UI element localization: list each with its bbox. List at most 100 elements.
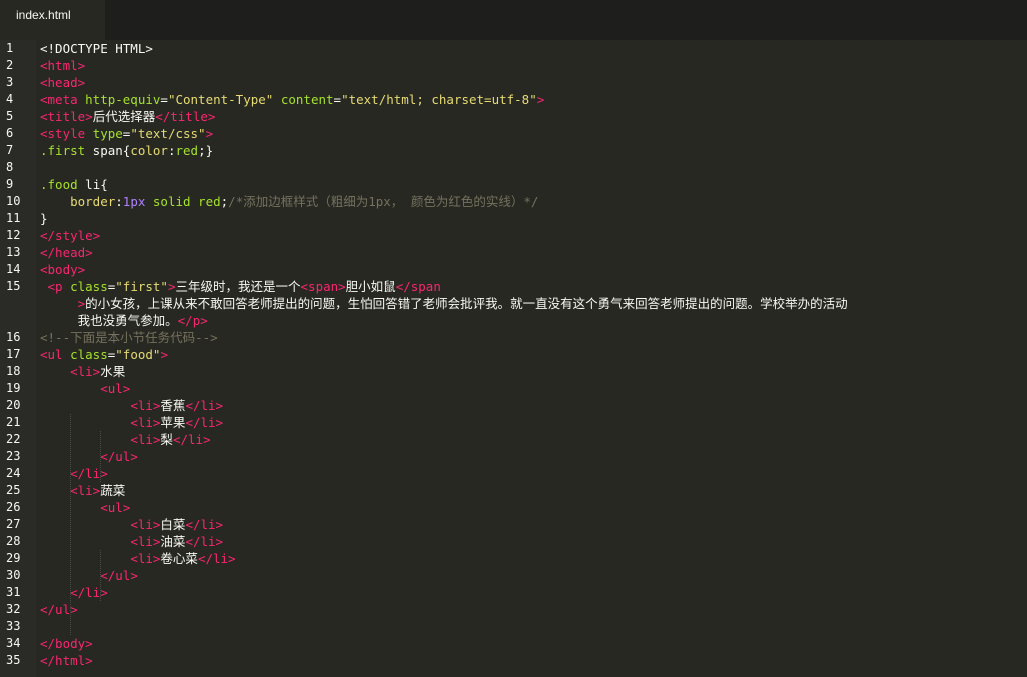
code-token: </head> — [40, 245, 93, 260]
code-token: > — [167, 279, 176, 294]
line-code: <html> — [40, 57, 85, 74]
line-code: <li>油菜</li> — [40, 533, 223, 550]
code-line: 1 <!DOCTYPE HTML> — [0, 40, 1027, 57]
line-code: <!--下面是本小节任务代码--> — [40, 329, 218, 346]
code-lines: 1 <!DOCTYPE HTML> 2 <html> 3 <head> 4 <meta htt… — [0, 40, 1027, 669]
line-code: <ul> — [40, 380, 130, 397]
code-token: <!--下面是本小节任务代码--> — [40, 330, 218, 345]
line-code: .food li{ — [40, 176, 108, 193]
line-code: </li> — [40, 584, 108, 601]
code-token: <li> — [130, 551, 161, 566]
line-code: </html> — [40, 652, 93, 669]
code-token: <li> — [130, 517, 161, 532]
line-code: <li>香蕉</li> — [40, 397, 223, 414]
code-token: .first — [40, 143, 86, 158]
code-token: </li> — [185, 517, 224, 532]
code-token: <style — [40, 126, 93, 141]
code-token: = — [333, 92, 342, 107]
code-token: </li> — [70, 466, 108, 481]
tab-bar: index.html — [0, 0, 1027, 40]
code-token: </li> — [197, 551, 236, 566]
code-token: </li> — [70, 585, 108, 600]
line-code: <li>梨</li> — [40, 431, 210, 448]
line-number: 34 — [6, 636, 21, 650]
line-number: 7 — [6, 143, 14, 157]
code-token: "Content-Type" — [167, 92, 274, 107]
code-line: 10 border:1px solid red;/*添加边框样式（粗细为1px，… — [0, 193, 1027, 210]
code-token: 水果 — [100, 364, 126, 379]
code-token: </html> — [40, 653, 93, 668]
line-code: .first span{color:red;} — [40, 142, 213, 159]
code-line: 7 .first span{color:red;} — [0, 142, 1027, 159]
line-number: 27 — [6, 517, 21, 531]
code-token: 卷心菜 — [160, 551, 198, 566]
line-number: 33 — [6, 619, 21, 633]
code-token: <p — [47, 279, 71, 294]
code-token: <!DOCTYPE HTML> — [40, 41, 153, 56]
line-number: 28 — [6, 534, 21, 548]
code-line: 11} — [0, 210, 1027, 227]
code-token: solid red — [152, 194, 221, 209]
line-number: 23 — [6, 449, 21, 463]
line-number: 10 — [6, 194, 21, 208]
line-number: 35 — [6, 653, 21, 667]
code-token: </li> — [185, 415, 224, 430]
code-token: 后代选择器 — [92, 109, 156, 124]
code-token: 三年级时，我还是一个 — [175, 279, 301, 294]
code-token: </ul> — [100, 568, 138, 583]
tab-index-html[interactable]: index.html — [0, 0, 105, 40]
code-token: <ul> — [100, 500, 131, 515]
code-token: type — [92, 126, 123, 141]
code-line: 3 <head> — [0, 74, 1027, 91]
line-code: <!DOCTYPE HTML> — [40, 40, 153, 57]
line-number: 30 — [6, 568, 21, 582]
code-token: 香蕉 — [160, 398, 186, 413]
line-number: 29 — [6, 551, 21, 565]
code-line: 19 <ul> — [0, 380, 1027, 397]
code-token: <span> — [300, 279, 346, 294]
code-token: <li> — [70, 364, 101, 379]
code-token: <ul — [40, 347, 71, 362]
line-number: 5 — [6, 109, 14, 123]
line-number: 4 — [6, 92, 14, 106]
line-number: 21 — [6, 415, 21, 429]
code-token: <meta — [40, 92, 86, 107]
code-line: 18 <li>水果 — [0, 363, 1027, 380]
code-token: border — [70, 194, 116, 209]
code-token: 梨 — [160, 432, 173, 447]
code-line: >的小女孩，上课从来不敢回答老师提出的问题，生怕回答错了老师会批评我。就一直没有… — [0, 295, 1027, 312]
code-token: 胆小如鼠 — [345, 279, 396, 294]
line-code: </style> — [40, 227, 100, 244]
code-line: 12 </style> — [0, 227, 1027, 244]
code-token: </span — [395, 279, 441, 294]
indent-guide — [100, 431, 101, 482]
code-token: > — [536, 92, 545, 107]
code-line: 2 <html> — [0, 57, 1027, 74]
code-line: 31 </li> — [0, 584, 1027, 601]
code-line: 6 <style type="text/css"> — [0, 125, 1027, 142]
line-code: </head> — [40, 244, 93, 261]
code-token: /*添加边框样式（粗细为1px， 颜色为红色的实线）*/ — [228, 194, 539, 209]
line-code: </body> — [40, 635, 93, 652]
code-token: > — [160, 347, 168, 362]
line-number: 19 — [6, 381, 21, 395]
line-code: <head> — [40, 74, 85, 91]
code-token: "text/css" — [130, 126, 206, 141]
line-number: 1 — [6, 41, 14, 55]
line-number: 11 — [6, 211, 21, 225]
code-line: 13 </head> — [0, 244, 1027, 261]
line-number: 25 — [6, 483, 21, 497]
line-code: <body> — [40, 261, 85, 278]
code-line: 23 </ul> — [0, 448, 1027, 465]
code-line: 35 </html> — [0, 652, 1027, 669]
line-code: <li>苹果</li> — [40, 414, 223, 431]
code-token: </ul> — [40, 602, 78, 617]
code-editor[interactable]: 1 <!DOCTYPE HTML> 2 <html> 3 <head> 4 <meta htt… — [0, 40, 1027, 677]
line-number: 14 — [6, 262, 21, 276]
code-line: 30 </ul> — [0, 567, 1027, 584]
